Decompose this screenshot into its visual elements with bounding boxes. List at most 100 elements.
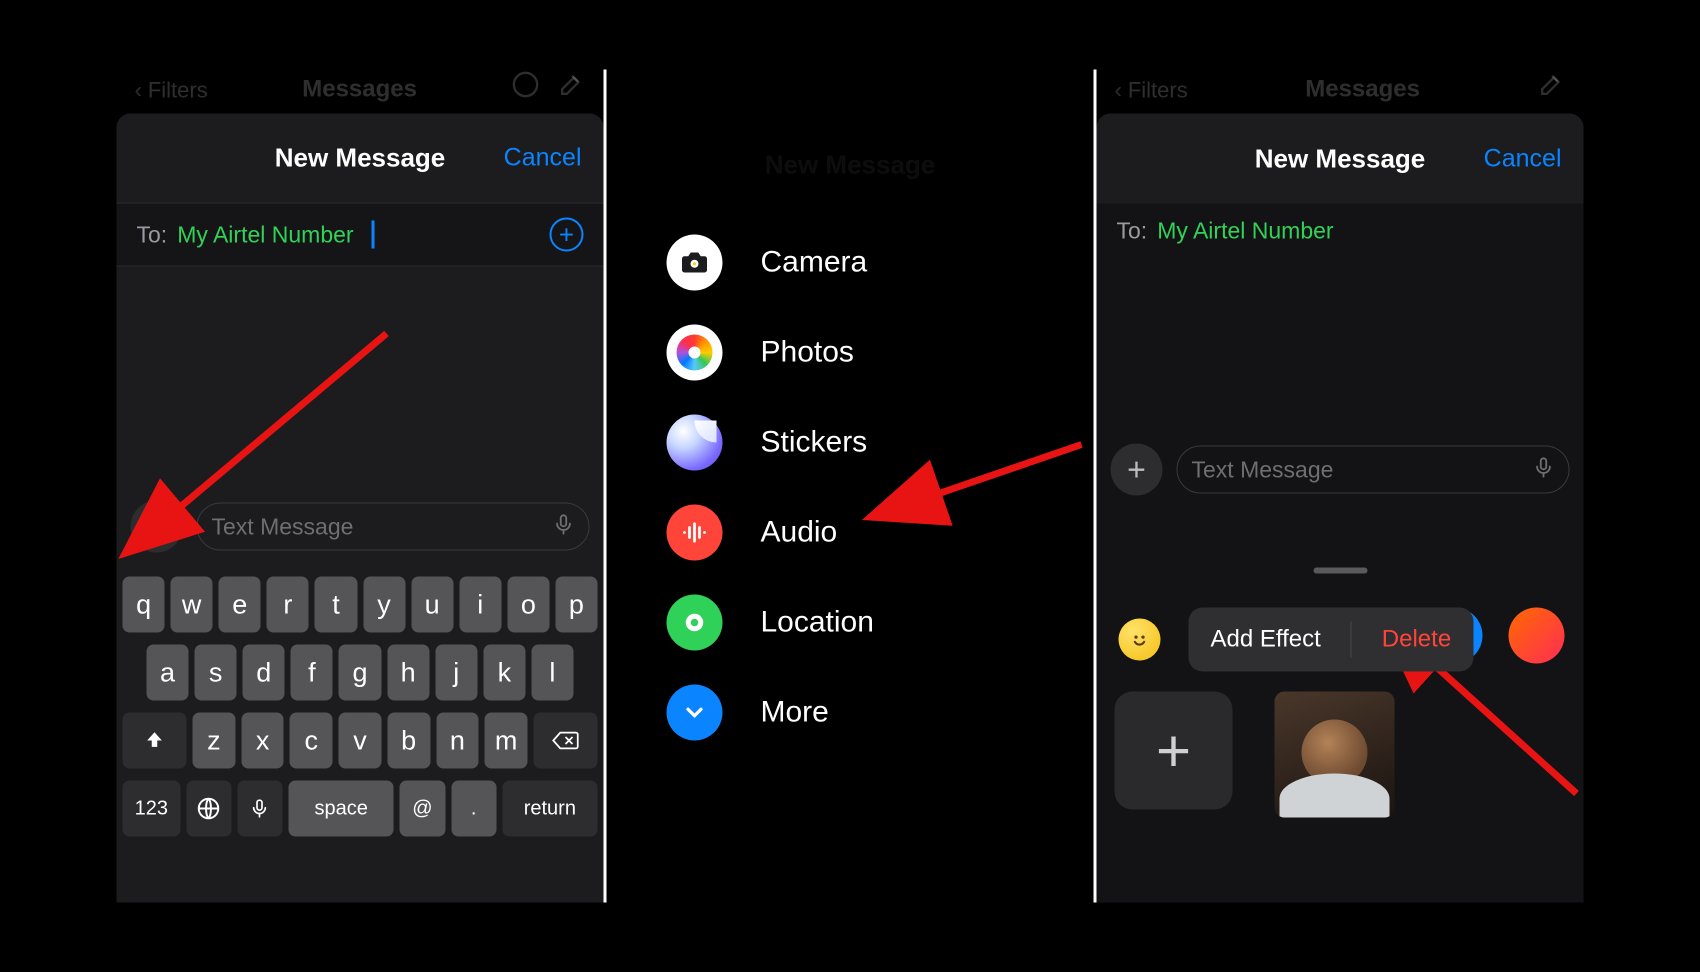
key-k[interactable]: k xyxy=(483,645,525,701)
menu-label: Camera xyxy=(761,246,868,280)
shift-key[interactable] xyxy=(123,713,187,769)
modal-header: New Message Cancel xyxy=(117,114,604,204)
key-n[interactable]: n xyxy=(436,713,479,769)
key-h[interactable]: h xyxy=(387,645,429,701)
menu-photos[interactable]: Photos xyxy=(667,325,1094,381)
add-sticker-button[interactable]: + xyxy=(1115,692,1233,810)
new-message-modal: New Message Cancel To: My Airtel Number … xyxy=(1097,114,1584,903)
bg-title: Messages xyxy=(302,76,417,104)
recipient-chip[interactable]: My Airtel Number xyxy=(1157,218,1333,245)
menu-audio[interactable]: Audio xyxy=(667,505,1094,561)
bg-nav-dimmed: ‹ Filters Messages xyxy=(117,70,604,112)
menu-stickers[interactable]: Stickers xyxy=(667,415,1094,471)
emoji-tab-icon[interactable] xyxy=(1119,619,1161,661)
menu-location[interactable]: Location xyxy=(667,595,1094,651)
globe-key[interactable] xyxy=(186,781,231,837)
key-q[interactable]: q xyxy=(123,577,165,633)
filters-label: Filters xyxy=(1128,78,1188,104)
to-field[interactable]: To: My Airtel Number + xyxy=(117,204,604,267)
screen-3-sticker-context: ‹ Filters Messages New Message Cancel To… xyxy=(1097,70,1584,903)
chevron-left-icon: ‹ xyxy=(1115,78,1122,104)
to-label: To: xyxy=(1117,218,1148,245)
key-l[interactable]: l xyxy=(531,645,573,701)
key-r[interactable]: r xyxy=(267,577,309,633)
key-f[interactable]: f xyxy=(291,645,333,701)
key-c[interactable]: c xyxy=(290,713,333,769)
compose-bar: + Text Message xyxy=(1097,444,1584,496)
message-input[interactable]: Text Message xyxy=(197,503,590,551)
dimmed-modal-title: New Message xyxy=(765,150,936,181)
compose-bar: + Text Message xyxy=(117,501,604,553)
mic-icon[interactable] xyxy=(553,511,575,542)
menu-more[interactable]: More xyxy=(667,685,1094,741)
plus-attachments-button[interactable]: + xyxy=(1111,444,1163,496)
key-t[interactable]: t xyxy=(315,577,357,633)
cancel-button[interactable]: Cancel xyxy=(504,144,582,173)
numbers-key[interactable]: 123 xyxy=(123,781,181,837)
add-effect-button[interactable]: Add Effect xyxy=(1211,626,1321,654)
key-v[interactable]: v xyxy=(339,713,382,769)
key-g[interactable]: g xyxy=(339,645,381,701)
menu-label: Stickers xyxy=(761,426,868,460)
backspace-key[interactable] xyxy=(533,713,597,769)
screen-1-compose: ‹ Filters Messages New Message Cancel To… xyxy=(117,70,604,903)
key-i[interactable]: i xyxy=(459,577,501,633)
key-y[interactable]: y xyxy=(363,577,405,633)
menu-label: Audio xyxy=(761,516,838,550)
attachments-menu: Camera Photos Stickers Audio Locatio xyxy=(607,235,1094,741)
key-m[interactable]: m xyxy=(485,713,528,769)
dot-key[interactable]: . xyxy=(451,781,496,837)
modal-title: New Message xyxy=(1255,143,1426,174)
chevron-left-icon: ‹ xyxy=(135,78,142,104)
screen-2-attachments-menu: New Message Camera Photos Stickers Aud xyxy=(607,70,1094,903)
dictation-key[interactable] xyxy=(237,781,282,837)
ios-keyboard[interactable]: qwertyuiop asdfghjkl zxcvbnm 123 xyxy=(117,567,604,903)
add-recipient-button[interactable]: + xyxy=(550,218,584,252)
key-b[interactable]: b xyxy=(387,713,430,769)
app-tab[interactable] xyxy=(1509,608,1565,664)
to-label: To: xyxy=(137,221,168,248)
context-separator xyxy=(1351,622,1352,658)
key-x[interactable]: x xyxy=(241,713,284,769)
stickers-icon xyxy=(667,415,723,471)
compose-icon xyxy=(558,71,586,104)
context-menu: Add Effect Delete xyxy=(1189,608,1474,672)
location-icon xyxy=(667,595,723,651)
mic-icon[interactable] xyxy=(1533,454,1555,485)
plus-attachments-button[interactable]: + xyxy=(131,501,183,553)
key-u[interactable]: u xyxy=(411,577,453,633)
at-key[interactable]: @ xyxy=(400,781,445,837)
popover-arrow-icon xyxy=(1354,670,1378,672)
key-s[interactable]: s xyxy=(195,645,237,701)
space-key[interactable]: space xyxy=(289,781,394,837)
message-input[interactable]: Text Message xyxy=(1177,446,1570,494)
modal-header: New Message Cancel xyxy=(1097,114,1584,204)
key-a[interactable]: a xyxy=(147,645,189,701)
photos-icon xyxy=(667,325,723,381)
filters-label: Filters xyxy=(148,78,208,104)
user-sticker-thumbnail[interactable] xyxy=(1275,692,1395,818)
drawer-drag-handle[interactable] xyxy=(1313,568,1367,574)
key-p[interactable]: p xyxy=(555,577,597,633)
camera-icon xyxy=(667,235,723,291)
compose-icon xyxy=(1538,71,1566,104)
key-o[interactable]: o xyxy=(507,577,549,633)
menu-label: More xyxy=(761,696,829,730)
key-d[interactable]: d xyxy=(243,645,285,701)
delete-button[interactable]: Delete xyxy=(1382,626,1451,654)
recipient-chip[interactable]: My Airtel Number xyxy=(177,221,353,248)
new-message-modal: New Message Cancel To: My Airtel Number … xyxy=(117,114,604,903)
key-j[interactable]: j xyxy=(435,645,477,701)
audio-icon xyxy=(667,505,723,561)
bg-nav-dimmed: ‹ Filters Messages xyxy=(1097,70,1584,112)
key-e[interactable]: e xyxy=(219,577,261,633)
to-field[interactable]: To: My Airtel Number xyxy=(1097,204,1584,259)
info-icon xyxy=(512,71,540,104)
key-z[interactable]: z xyxy=(193,713,236,769)
message-placeholder: Text Message xyxy=(212,513,553,540)
cancel-button[interactable]: Cancel xyxy=(1484,144,1562,173)
return-key[interactable]: return xyxy=(502,781,597,837)
key-w[interactable]: w xyxy=(171,577,213,633)
message-placeholder: Text Message xyxy=(1192,456,1533,483)
menu-camera[interactable]: Camera xyxy=(667,235,1094,291)
